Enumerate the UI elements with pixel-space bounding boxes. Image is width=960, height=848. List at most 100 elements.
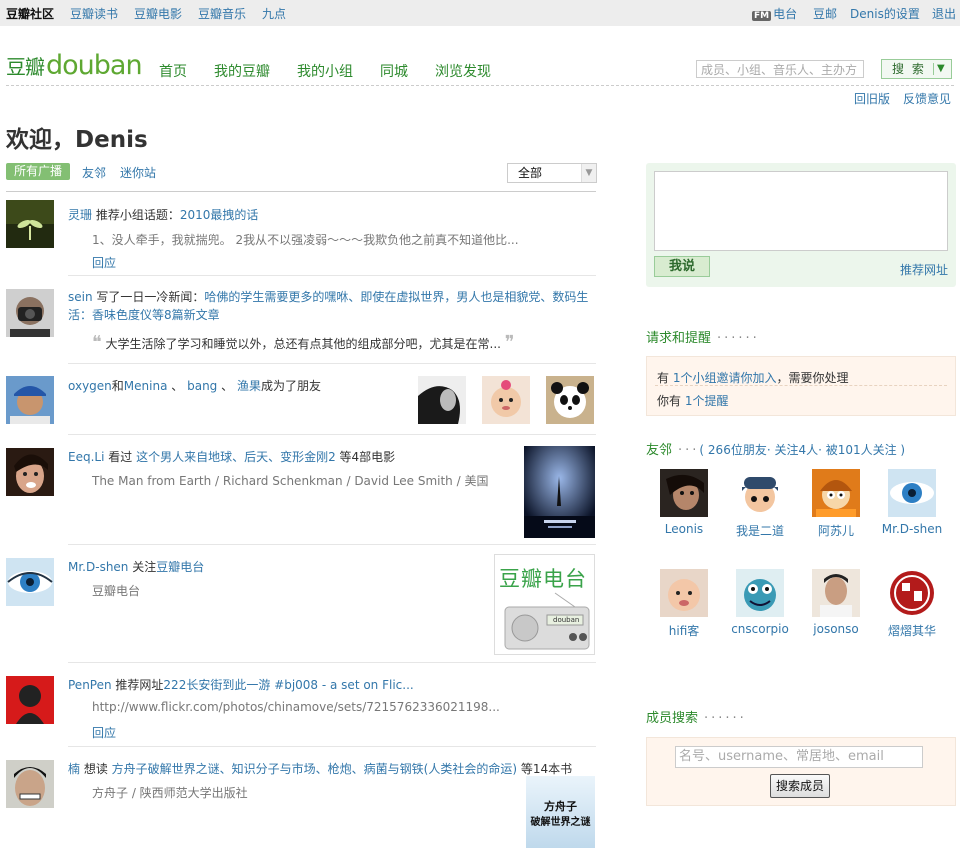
friend-name[interactable]: 我是二道 [722, 522, 798, 539]
feedback-link[interactable]: 反馈意见 [903, 90, 951, 107]
friend-card[interactable]: cnscorpio [722, 569, 798, 636]
feed-filter-select[interactable]: 全部 ▼ [507, 163, 597, 183]
friend-name[interactable]: 熠熠其华 [874, 622, 950, 639]
reply-link[interactable]: 回应 [92, 254, 116, 271]
feed-target-link[interactable]: 2010最拽的话 [180, 208, 259, 222]
avatar[interactable] [736, 469, 784, 517]
friends-summary-link[interactable]: ( 266位朋友· 关注4人· 被101人关注 ) [699, 443, 905, 457]
friend-thumb[interactable] [418, 376, 466, 424]
topbar-link-music[interactable]: 豆瓣音乐 [198, 5, 246, 22]
avatar[interactable] [6, 376, 54, 424]
friend-name[interactable]: Leonis [646, 522, 722, 536]
feed-item-title: oxygen和Menina 、 bang 、 渔果成为了朋友 [68, 377, 321, 394]
radio-label: 电台 [773, 7, 798, 21]
feed-user-link[interactable]: Mr.D-shen [68, 560, 128, 574]
feed-target-link[interactable]: 方舟子破解世界之谜、知识分子与市场、枪炮、病菌与钢铁(人类社会的命运) [112, 762, 517, 776]
topbar-link-movies[interactable]: 豆瓣电影 [134, 5, 182, 22]
friend-card[interactable]: hifi客 [646, 569, 722, 639]
avatar[interactable] [6, 200, 54, 248]
friend-name[interactable]: josonso [798, 622, 874, 636]
feed-user-link[interactable]: bang [187, 379, 217, 393]
movie-poster[interactable] [524, 446, 595, 538]
member-search-input[interactable]: 名号、username、常居地、email [675, 746, 923, 768]
feed-suffix: 等14本书 [517, 762, 573, 776]
fm-icon: FM [752, 11, 772, 21]
nav-home[interactable]: 首页 [159, 61, 187, 81]
avatar[interactable] [6, 676, 54, 724]
douban-logo[interactable]: 豆瓣douban [6, 50, 143, 81]
feed-target-link[interactable]: 这个男人来自地球、后天、变形金刚2 [136, 450, 336, 464]
radio-icon [504, 592, 590, 650]
friend-card[interactable]: Leonis [646, 469, 722, 536]
topbar-link-mail[interactable]: 豆邮 [813, 5, 837, 22]
chevron-down-icon[interactable]: ▼ [581, 164, 596, 182]
topbar-link-radio[interactable]: FM 电台 [752, 5, 797, 22]
nav-my-groups[interactable]: 我的小组 [297, 61, 353, 81]
feed-suffix: 等4部电影 [335, 450, 396, 464]
avatar[interactable] [6, 289, 54, 337]
topbar-link-books[interactable]: 豆瓣读书 [70, 5, 118, 22]
friend-card[interactable]: Mr.D-shen [874, 469, 950, 536]
feed-user-link[interactable]: 楠 [68, 762, 80, 776]
topbar-link-community[interactable]: 豆瓣社区 [6, 5, 54, 22]
nav-local[interactable]: 同城 [380, 61, 408, 81]
reply-link[interactable]: 回应 [92, 724, 116, 741]
group-invite-link[interactable]: 1个小组邀请你加入 [673, 371, 777, 385]
feed-filter-value: 全部 [518, 166, 543, 180]
book-cover[interactable]: 方舟子 破解世界之谜 [526, 776, 595, 848]
feed-item-excerpt: 1、没人牵手，我就揣兜。 2我从不以强凌弱～～～我欺负他之前真不知道他比... [92, 233, 519, 247]
friend-thumb[interactable] [546, 376, 594, 424]
friend-avatar-icon [812, 469, 860, 517]
avatar[interactable] [812, 569, 860, 617]
friend-name[interactable]: hifi客 [646, 622, 722, 639]
reminder-link[interactable]: 1个提醒 [685, 394, 729, 408]
avatar[interactable] [736, 569, 784, 617]
tab-mini-sites[interactable]: 迷你站 [120, 164, 156, 181]
feed-user-link[interactable]: sein [68, 290, 93, 304]
search-button[interactable]: 搜 索 ▼ [881, 59, 952, 79]
friend-name[interactable]: cnscorpio [722, 622, 798, 636]
feed-target-link[interactable]: 222长安街到此一游 #bj008 - a set on Flic... [163, 678, 413, 692]
avatar[interactable] [6, 760, 54, 808]
tab-friends[interactable]: 友邻 [82, 164, 106, 181]
friend-name[interactable]: 阿苏儿 [798, 522, 874, 539]
avatar[interactable] [888, 569, 936, 617]
feed-user-link[interactable]: Menina [124, 379, 168, 393]
nav-explore[interactable]: 浏览发现 [435, 61, 491, 81]
feed-user-link[interactable]: 渔果 [237, 379, 261, 393]
topbar-link-jiudian[interactable]: 九点 [262, 5, 286, 22]
recommend-url-link[interactable]: 推荐网址 [900, 261, 948, 278]
member-search-button[interactable]: 搜索成员 [770, 774, 830, 798]
feed-user-link[interactable]: oxygen [68, 379, 112, 393]
avatar[interactable] [812, 469, 860, 517]
friend-name[interactable]: Mr.D-shen [874, 522, 950, 536]
feed-user-link[interactable]: Eeq.Li [68, 450, 104, 464]
face-avatar-icon [6, 448, 54, 496]
nav-my-douban[interactable]: 我的豆瓣 [214, 61, 270, 81]
feed-target-link[interactable]: 豆瓣电台 [156, 560, 204, 574]
friend-card[interactable]: 熠熠其华 [874, 569, 950, 639]
search-button-divider [933, 63, 934, 75]
friend-avatar-icon [660, 469, 708, 517]
avatar[interactable] [888, 469, 936, 517]
friend-card[interactable]: 阿苏儿 [798, 469, 874, 539]
feed-item-title: Eeq.Li 看过 这个男人来自地球、后天、变形金刚2 等4部电影 [68, 448, 395, 465]
say-button[interactable]: 我说 [654, 256, 710, 277]
status-textarea[interactable] [654, 171, 948, 251]
old-version-link[interactable]: 回旧版 [854, 90, 890, 107]
search-input[interactable]: 成员、小组、音乐人、主办方 [696, 60, 864, 78]
friend-thumb[interactable] [482, 376, 530, 424]
topbar-link-logout[interactable]: 退出 [932, 5, 956, 22]
friend-card[interactable]: josonso [798, 569, 874, 636]
avatar[interactable] [660, 469, 708, 517]
feed-user-link[interactable]: PenPen [68, 678, 112, 692]
friend-card[interactable]: 我是二道 [722, 469, 798, 539]
radio-thumb[interactable]: 豆瓣电台 douban [494, 554, 595, 655]
feed-user-link[interactable]: 灵珊 [68, 208, 92, 222]
tab-all-broadcasts[interactable]: 所有广播 [6, 163, 70, 180]
chevron-down-icon[interactable]: ▼ [937, 60, 945, 78]
avatar[interactable] [660, 569, 708, 617]
topbar-link-settings[interactable]: Denis的设置 [850, 5, 920, 22]
avatar[interactable] [6, 558, 54, 606]
avatar[interactable] [6, 448, 54, 496]
